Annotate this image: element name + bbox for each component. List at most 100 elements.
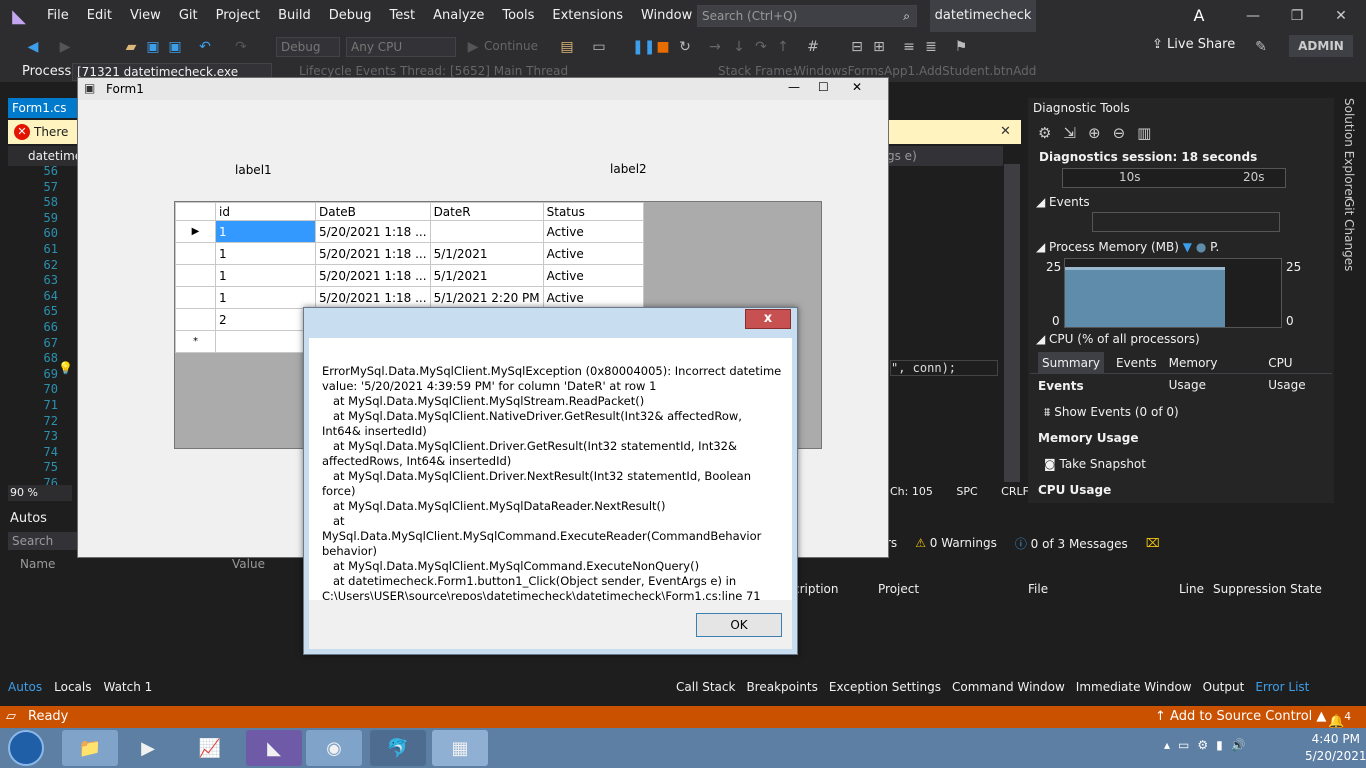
tab-memory-usage[interactable]: Memory Usage bbox=[1169, 352, 1257, 392]
grid-cell[interactable]: Active bbox=[542, 220, 644, 243]
col-header-dateb[interactable]: DateB bbox=[315, 202, 431, 221]
tab-locals[interactable]: Locals bbox=[54, 680, 91, 694]
grid-cell[interactable]: 5/1/2021 bbox=[429, 264, 544, 287]
media-player-icon[interactable]: ▶ bbox=[120, 730, 176, 766]
form1-close-icon[interactable]: ✕ bbox=[852, 80, 862, 94]
editor-scrollbar[interactable] bbox=[1004, 164, 1020, 482]
uncomment-icon[interactable]: ≣ bbox=[922, 38, 940, 56]
tab-error-list[interactable]: Error List bbox=[1255, 680, 1309, 694]
close-icon[interactable]: ✕ bbox=[1321, 0, 1361, 32]
visual-studio-icon[interactable]: ◣ bbox=[246, 730, 302, 766]
continue-button[interactable]: Continue bbox=[484, 39, 538, 53]
filter-icon[interactable]: ⌧ bbox=[1146, 536, 1160, 550]
code-line-69[interactable]: ", conn); bbox=[890, 360, 998, 376]
feedback-icon[interactable]: ✎ bbox=[1252, 38, 1270, 56]
row-header[interactable] bbox=[175, 286, 216, 309]
bookmark-icon[interactable]: ⚑ bbox=[952, 38, 970, 56]
tab-autos[interactable]: Autos bbox=[8, 680, 42, 694]
new-row-header[interactable]: * bbox=[175, 330, 216, 353]
stack-frame-combo[interactable]: WindowsFormsApp1.AddStudent.btnAdd bbox=[794, 64, 1036, 78]
open-folder-icon[interactable]: ▰ bbox=[122, 38, 140, 56]
menu-project[interactable]: Project bbox=[207, 0, 269, 32]
lifecycle-events-combo[interactable]: Lifecycle Events bbox=[299, 64, 396, 78]
menu-tools[interactable]: Tools bbox=[493, 0, 543, 32]
undo-icon[interactable]: ↶ bbox=[196, 38, 214, 56]
thread-combo[interactable]: [5652] Main Thread bbox=[450, 64, 568, 78]
col-header-id[interactable]: id bbox=[215, 202, 316, 221]
grid-cell[interactable]: 1 bbox=[215, 242, 316, 265]
menu-file[interactable]: File bbox=[38, 0, 78, 32]
find-in-files-icon[interactable]: ▤ bbox=[558, 38, 576, 56]
events-header[interactable]: ◢ Events bbox=[1036, 195, 1090, 209]
grid-corner-header[interactable] bbox=[175, 202, 216, 221]
table-row[interactable]: 1 5/20/2021 1:18 ... 5/1/2021 Active bbox=[175, 264, 644, 287]
clock[interactable]: 4:40 PM 5/20/2021 bbox=[1305, 731, 1366, 765]
thread-icon[interactable]: ⊟ bbox=[848, 38, 866, 56]
whitespace-indicator[interactable]: SPC bbox=[956, 485, 977, 498]
grid-cell[interactable]: 1 bbox=[215, 220, 316, 243]
minimize-icon[interactable]: — bbox=[1233, 0, 1273, 32]
grid-cell[interactable]: 5/20/2021 1:18 ... bbox=[315, 220, 431, 243]
menu-analyze[interactable]: Analyze bbox=[424, 0, 493, 32]
restart-icon[interactable]: ↻ bbox=[676, 38, 694, 56]
grid-cell[interactable]: 5/20/2021 1:18 ... bbox=[315, 286, 431, 309]
form1-titlebar[interactable]: ▣ Form1 — ☐ ✕ bbox=[78, 78, 888, 100]
diag-toolbar-icons[interactable]: ⚙⇲⊕⊖▥ bbox=[1038, 124, 1163, 142]
menu-window[interactable]: Window bbox=[632, 0, 701, 32]
pause-icon[interactable]: ❚❚ bbox=[632, 38, 655, 56]
table-row[interactable]: 1 5/20/2021 1:18 ... 5/1/2021 2:20 PM Activ… bbox=[175, 286, 644, 309]
system-tray-icons[interactable]: ▴▭⚙▮🔊 bbox=[1164, 738, 1254, 752]
chrome-icon[interactable]: ◉ bbox=[306, 730, 362, 766]
screen-icon[interactable]: ▭ bbox=[590, 38, 608, 56]
platform-combo[interactable]: Any CPU bbox=[346, 37, 456, 57]
search-input[interactable]: Search (Ctrl+Q) ⌕ bbox=[697, 5, 917, 27]
forward-icon[interactable]: ▶ bbox=[56, 38, 74, 56]
grid-cell[interactable]: Active bbox=[542, 242, 644, 265]
col-suppression-state[interactable]: Suppression State bbox=[1213, 582, 1322, 596]
info-bar-close-icon[interactable]: ✕ bbox=[1000, 124, 1011, 139]
grid-cell[interactable]: Active bbox=[542, 286, 644, 309]
light-bulb-icon[interactable]: 💡 bbox=[58, 361, 73, 375]
autos-search-input[interactable]: Search (Ctrl+ bbox=[8, 532, 80, 550]
grid-cell[interactable]: 1 bbox=[215, 264, 316, 287]
warnings-filter[interactable]: ⚠ 0 Warnings bbox=[915, 536, 997, 550]
file-explorer-icon[interactable]: 📁 bbox=[62, 730, 118, 766]
dialog-close-button[interactable]: x bbox=[745, 309, 791, 329]
tab-solution-explorer[interactable]: Solution Explorer bbox=[1342, 98, 1356, 201]
tab-git-changes[interactable]: Git Changes bbox=[1342, 198, 1356, 271]
col-line[interactable]: Line bbox=[1179, 582, 1204, 596]
admin-badge[interactable]: ADMIN bbox=[1289, 35, 1353, 57]
member-dropdown[interactable]: gs e) bbox=[887, 146, 1003, 166]
cpu-header[interactable]: ◢ CPU (% of all processors) bbox=[1036, 332, 1200, 346]
hex-display-icon[interactable]: # bbox=[804, 38, 822, 56]
navigation-bar[interactable]: datetime bbox=[8, 146, 82, 166]
step-out-icon[interactable]: ↑ bbox=[774, 38, 792, 56]
menu-build[interactable]: Build bbox=[269, 0, 320, 32]
stop-icon[interactable]: ■ bbox=[654, 38, 672, 56]
col-file[interactable]: File bbox=[1028, 582, 1048, 596]
row-header[interactable]: ▶ bbox=[175, 220, 216, 243]
table-row[interactable]: 1 5/20/2021 1:18 ... 5/1/2021 Active bbox=[175, 242, 644, 265]
col-project[interactable]: Project bbox=[878, 582, 919, 596]
table-row[interactable]: ▶ 1 5/20/2021 1:18 ... Active bbox=[175, 220, 644, 243]
maximize-icon[interactable]: ❐ bbox=[1277, 0, 1317, 32]
tab-command-window[interactable]: Command Window bbox=[952, 680, 1065, 694]
menu-test[interactable]: Test bbox=[381, 0, 425, 32]
grid-cell[interactable]: 1 bbox=[215, 286, 316, 309]
row-header[interactable] bbox=[175, 242, 216, 265]
tab-watch-1[interactable]: Watch 1 bbox=[103, 680, 152, 694]
process-memory-header[interactable]: ◢ Process Memory (MB) ▼ ● P. bbox=[1036, 240, 1219, 254]
row-header[interactable] bbox=[175, 308, 216, 331]
tab-summary[interactable]: Summary bbox=[1038, 352, 1104, 373]
row-header[interactable] bbox=[175, 264, 216, 287]
step-into-icon[interactable]: ↓ bbox=[730, 38, 748, 56]
configuration-combo[interactable]: Debug bbox=[276, 37, 340, 57]
step-over-icon[interactable]: ↷ bbox=[752, 38, 770, 56]
col-header-status[interactable]: Status bbox=[542, 202, 644, 221]
menu-git[interactable]: Git bbox=[170, 0, 207, 32]
line-ending-indicator[interactable]: CRLF bbox=[1001, 485, 1029, 498]
windows-icon[interactable]: ⊞ bbox=[870, 38, 888, 56]
grid-cell[interactable]: 5/20/2021 1:18 ... bbox=[315, 264, 431, 287]
menu-extensions[interactable]: Extensions bbox=[543, 0, 632, 32]
tab-exception-settings[interactable]: Exception Settings bbox=[829, 680, 941, 694]
